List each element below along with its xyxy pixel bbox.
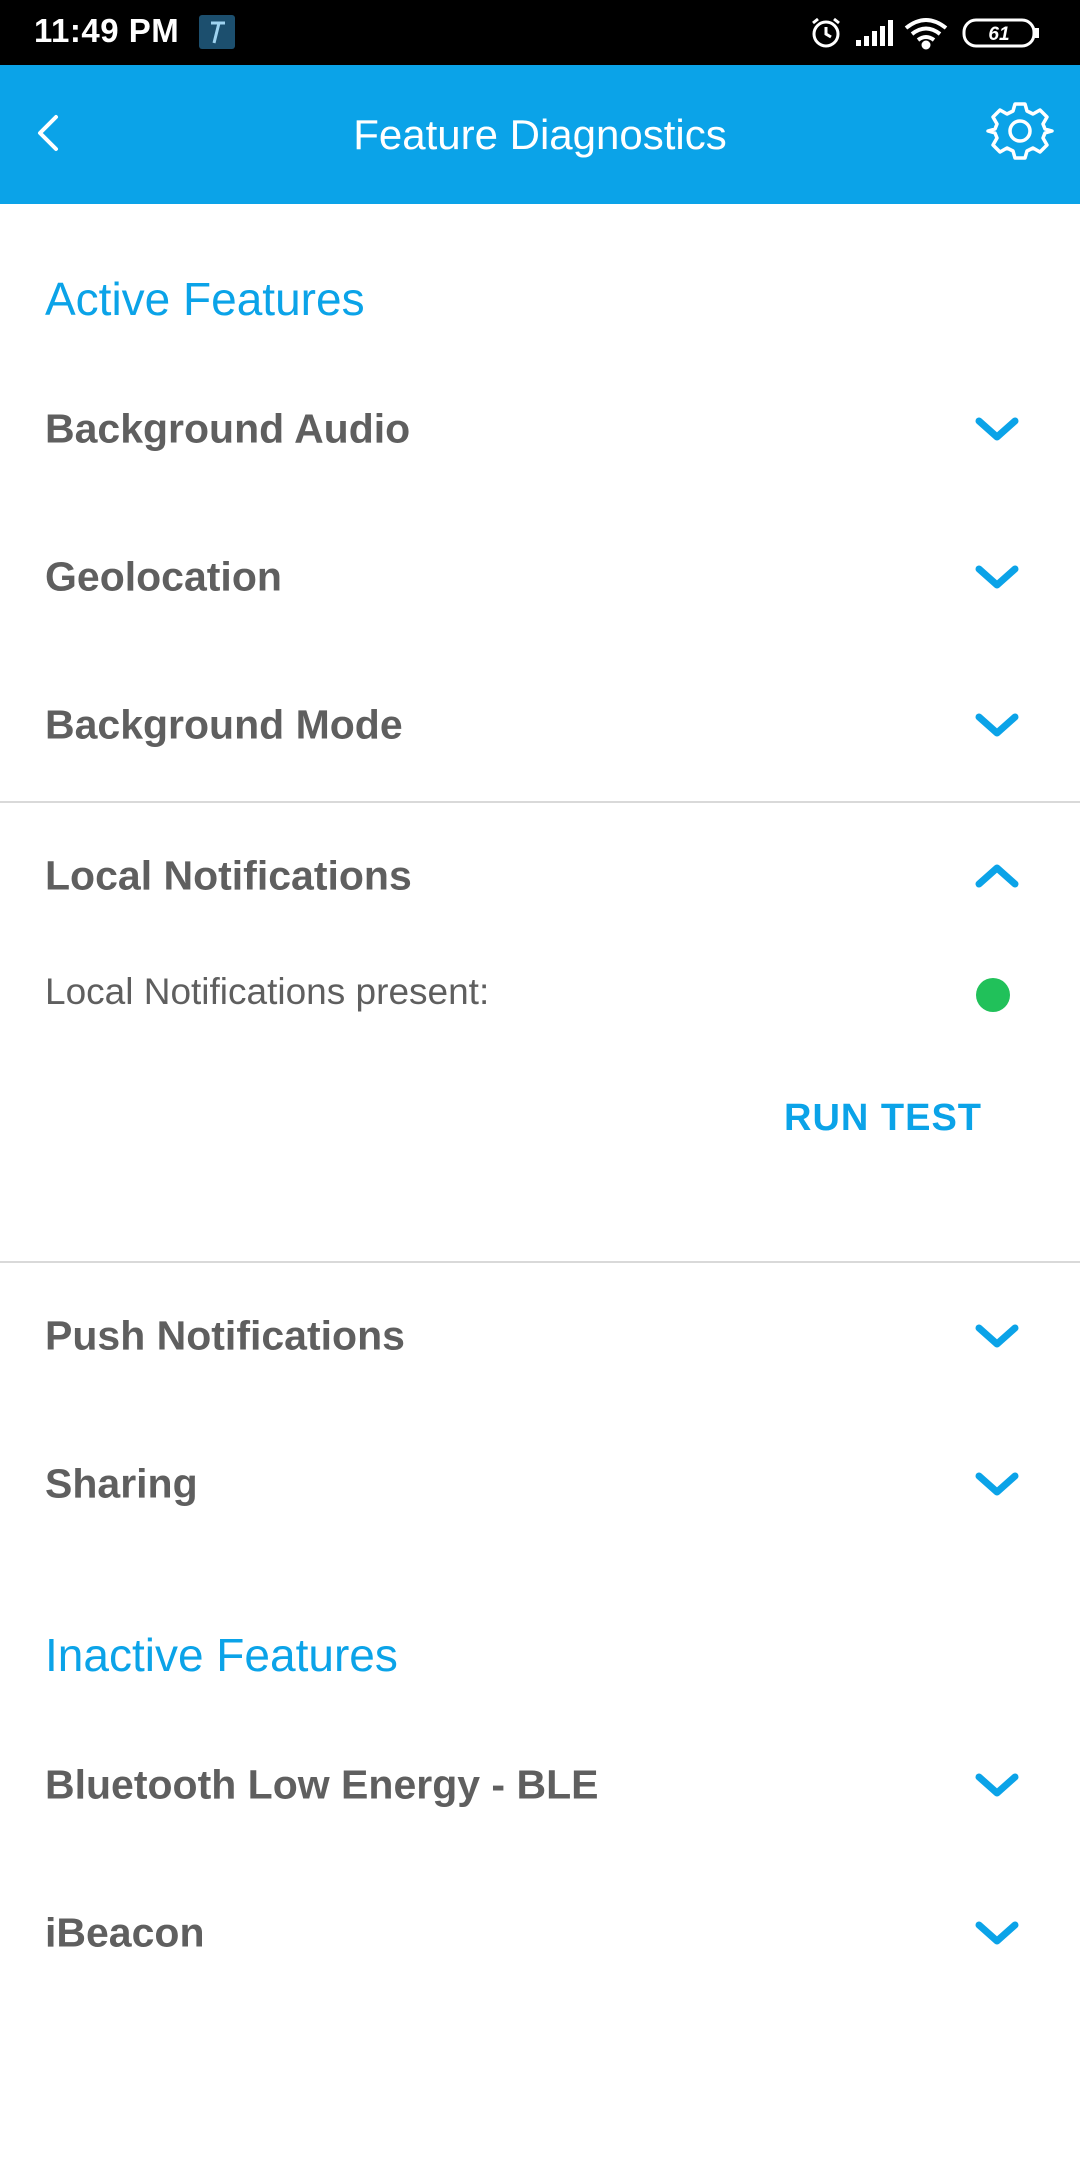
feature-label: Geolocation (45, 553, 282, 600)
status-ok-indicator (976, 978, 1010, 1012)
feature-row-background-audio[interactable]: Background Audio (0, 355, 1080, 503)
feature-row-ibeacon[interactable]: iBeacon (0, 1859, 1080, 2007)
section-title-active: Active Features (45, 273, 365, 325)
feature-label: Sharing (45, 1460, 198, 1507)
signal-icon (856, 20, 893, 46)
app-notification-icon (199, 15, 235, 49)
run-test-button[interactable]: RUN TEST (784, 1097, 982, 1140)
status-time: 11:49 PM (34, 12, 180, 49)
chevron-down-icon (975, 1773, 1019, 1797)
status-icons: 61 (812, 17, 1039, 50)
feature-row-push-notifications[interactable]: Push Notifications (0, 1262, 1080, 1410)
app-bar: Feature Diagnostics (0, 65, 1080, 204)
chevron-down-icon (975, 713, 1019, 737)
battery-level: 61 (988, 24, 1009, 45)
chevron-down-icon (975, 1921, 1019, 1945)
chevron-down-icon (975, 565, 1019, 589)
feature-row-local-notifications[interactable]: Local Notifications (0, 802, 1080, 950)
feature-row-ble[interactable]: Bluetooth Low Energy - BLE (0, 1711, 1080, 1859)
chevron-up-icon (975, 864, 1019, 888)
page-title: Feature Diagnostics (353, 111, 727, 158)
chevron-down-icon (975, 417, 1019, 441)
feature-row-sharing[interactable]: Sharing (0, 1410, 1080, 1558)
feature-label: Background Audio (45, 405, 411, 452)
feature-label: iBeacon (45, 1909, 205, 1956)
chevron-down-icon (975, 1324, 1019, 1348)
gear-icon (986, 102, 1054, 160)
section-title-inactive: Inactive Features (45, 1629, 398, 1681)
feature-label: Bluetooth Low Energy - BLE (45, 1761, 599, 1808)
battery-icon: 61 (962, 18, 1039, 48)
chevron-down-icon (975, 1472, 1019, 1496)
feature-label: Push Notifications (45, 1312, 405, 1359)
feature-row-geolocation[interactable]: Geolocation (0, 503, 1080, 651)
local-notifications-present-label: Local Notifications present: (45, 971, 490, 1012)
alarm-icon (812, 17, 840, 48)
status-bar: 11:49 PM 61 (0, 0, 1080, 65)
feature-label: Local Notifications (45, 852, 412, 899)
settings-button[interactable] (980, 95, 1060, 175)
feature-row-background-mode[interactable]: Background Mode (0, 651, 1080, 799)
feature-label: Background Mode (45, 701, 403, 748)
wifi-icon (904, 18, 948, 50)
